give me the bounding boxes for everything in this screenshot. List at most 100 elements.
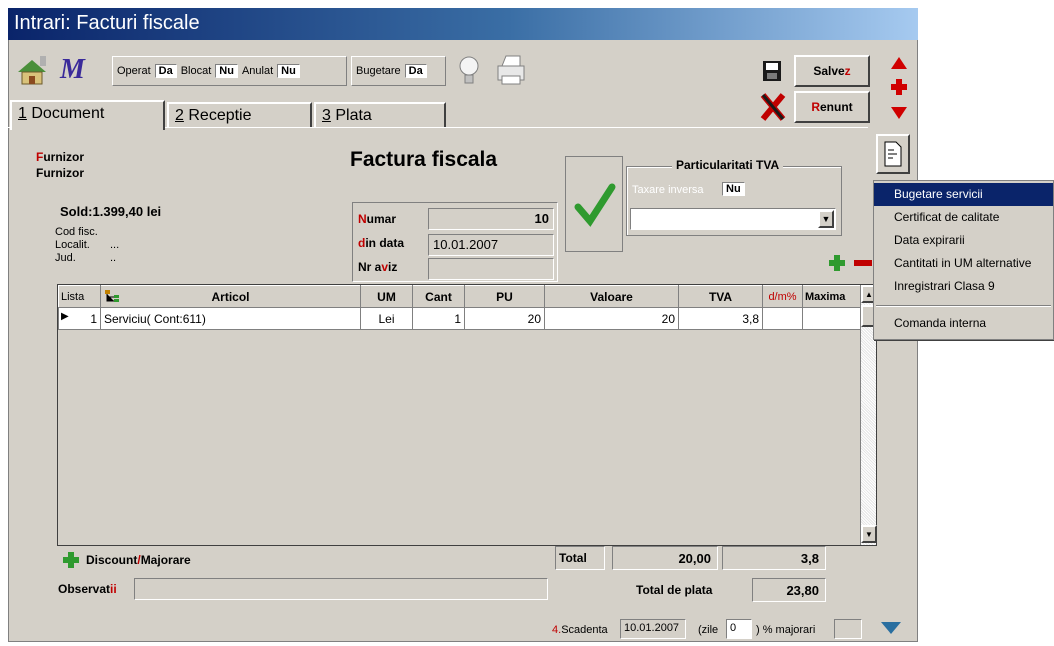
tree-icon[interactable]: [104, 289, 120, 303]
scadenta-label: 4.Scadenta: [552, 624, 608, 636]
col-tva[interactable]: TVA: [678, 285, 763, 308]
cell-cant[interactable]: 1: [412, 307, 465, 330]
table-row[interactable]: ▶ 1 Serviciu( Cont:611) Lei 1 20 20 3,8: [58, 307, 861, 330]
numar-label: Numar: [358, 212, 397, 226]
anulat-label: Anulat: [241, 65, 274, 77]
cell-maxima[interactable]: [802, 307, 861, 330]
numar-field[interactable]: 10: [428, 208, 554, 230]
plus-red-icon[interactable]: [890, 78, 908, 96]
bugetare-label: Bugetare: [356, 65, 401, 77]
invoice-heading: Factura fiscala: [350, 148, 498, 171]
cell-lista[interactable]: ▶ 1: [58, 307, 101, 330]
cancel-x-icon[interactable]: [760, 92, 786, 122]
home-icon[interactable]: [14, 52, 52, 86]
cell-valoare[interactable]: 20: [544, 307, 679, 330]
tva-dropdown[interactable]: ▼: [630, 208, 836, 230]
jud-value: ..: [110, 252, 117, 264]
status-group: Operat Da Blocat Nu Anulat Nu: [112, 56, 347, 86]
tab-receptie[interactable]: 2 Receptie: [167, 102, 312, 128]
col-um[interactable]: UM: [360, 285, 413, 308]
total-label: Total: [555, 546, 605, 570]
taxare-label: Taxare inversa: [632, 184, 704, 196]
cell-pu[interactable]: 20: [464, 307, 545, 330]
taxare-value[interactable]: Nu: [722, 182, 745, 196]
menu-item-inregistrari-clasa9[interactable]: Inregistrari Clasa 9: [874, 275, 1053, 298]
arrow-up-icon[interactable]: [890, 56, 908, 70]
col-maxima[interactable]: Maxima: [802, 285, 861, 308]
menu-item-certificat-calitate[interactable]: Certificat de calitate: [874, 206, 1053, 229]
tab-plata[interactable]: 3 Plata: [314, 102, 446, 128]
bugetare-value[interactable]: Da: [404, 64, 427, 78]
remove-row-icon[interactable]: [854, 260, 872, 266]
menu-item-bugetare-servicii[interactable]: Bugetare servicii: [874, 183, 1053, 206]
majorari-label: ) % majorari: [756, 624, 816, 636]
col-cant[interactable]: Cant: [412, 285, 465, 308]
document-icon: [884, 141, 902, 167]
svg-text:M: M: [59, 54, 86, 84]
col-lista[interactable]: Lista: [58, 285, 101, 308]
aviz-label: Nr aviz: [358, 260, 398, 274]
majorari-field[interactable]: [834, 619, 862, 639]
cell-articol[interactable]: Serviciu( Cont:611): [100, 307, 361, 330]
cod-fisc-label: Cod fisc.: [55, 226, 98, 238]
anulat-value[interactable]: Nu: [277, 64, 300, 78]
blocat-value[interactable]: Nu: [215, 64, 238, 78]
menu-item-data-expirarii[interactable]: Data expirarii: [874, 229, 1053, 252]
cell-tva[interactable]: 3,8: [678, 307, 763, 330]
data-label: din data: [358, 236, 405, 250]
validate-button[interactable]: [565, 156, 623, 252]
printer-icon[interactable]: [494, 52, 528, 88]
menu-item-comanda-interna[interactable]: Comanda interna: [874, 312, 1053, 335]
operat-value[interactable]: Da: [154, 64, 177, 78]
supplier-name[interactable]: Furnizor: [36, 166, 84, 180]
localit-value: ...: [110, 239, 120, 251]
total-plata-label: Total de plata: [636, 583, 713, 597]
menu-item-cantitati-um[interactable]: Cantitati in UM alternative: [874, 252, 1053, 275]
expand-down-icon[interactable]: [880, 620, 902, 636]
cancel-button[interactable]: Renunt: [794, 91, 870, 123]
grid-header-row: Lista Articol UM Cant PU Valoare TVA d/m…: [58, 285, 861, 308]
arrow-down-icon[interactable]: [890, 106, 908, 120]
chevron-down-icon[interactable]: ▼: [818, 210, 834, 228]
row-pointer-icon: ▶: [61, 311, 69, 322]
add-row-icon[interactable]: [828, 254, 846, 272]
checkmark-icon: [574, 183, 616, 227]
localit-label: Localit.: [55, 239, 90, 251]
items-grid: Lista Articol UM Cant PU Valoare TVA d/m…: [57, 284, 877, 546]
total-value: 20,00: [612, 546, 718, 570]
zile-field[interactable]: 0: [726, 619, 752, 639]
zile-label: (zile: [698, 624, 719, 636]
col-valoare[interactable]: Valoare: [544, 285, 679, 308]
discount-add-icon[interactable]: [62, 551, 80, 569]
col-pu[interactable]: PU: [464, 285, 545, 308]
col-dm[interactable]: d/m%: [762, 285, 803, 308]
context-menu: Bugetare servicii Certificat de calitate…: [873, 180, 1054, 340]
blocat-label: Blocat: [180, 65, 212, 77]
floppy-icon[interactable]: [762, 60, 782, 82]
supplier-sold: Sold:1.399,40 lei: [60, 204, 162, 219]
operat-label: Operat: [117, 65, 151, 77]
scroll-down-icon[interactable]: ▼: [861, 525, 877, 543]
cell-dm[interactable]: [762, 307, 803, 330]
supplier-label: Furnizor: [36, 150, 85, 164]
date-field[interactable]: 10.01.2007: [428, 234, 554, 256]
cell-um[interactable]: Lei: [360, 307, 413, 330]
document-menu-button[interactable]: [876, 134, 910, 174]
total-tva-value: 3,8: [722, 546, 826, 570]
observatii-label: Observatii: [58, 582, 117, 596]
lightbulb-icon[interactable]: [456, 54, 482, 88]
tva-title: Particularitati TVA: [672, 158, 784, 172]
jud-label: Jud.: [55, 252, 76, 264]
total-plata-value: 23,80: [752, 578, 826, 602]
bugetare-group: Bugetare Da: [351, 56, 446, 86]
aviz-field[interactable]: [428, 258, 554, 280]
discount-majorare-link[interactable]: Discount/Majorare: [86, 553, 191, 567]
save-button[interactable]: Salve z: [794, 55, 870, 87]
menu-separator: [876, 298, 1051, 306]
scadenta-field[interactable]: 10.01.2007: [620, 619, 686, 639]
m-logo-icon[interactable]: M: [58, 54, 98, 85]
tab-document[interactable]: 1 Document: [10, 100, 165, 130]
window-title: Intrari: Facturi fiscale: [8, 8, 918, 40]
observatii-field[interactable]: [134, 578, 548, 600]
col-articol[interactable]: Articol: [100, 285, 361, 308]
